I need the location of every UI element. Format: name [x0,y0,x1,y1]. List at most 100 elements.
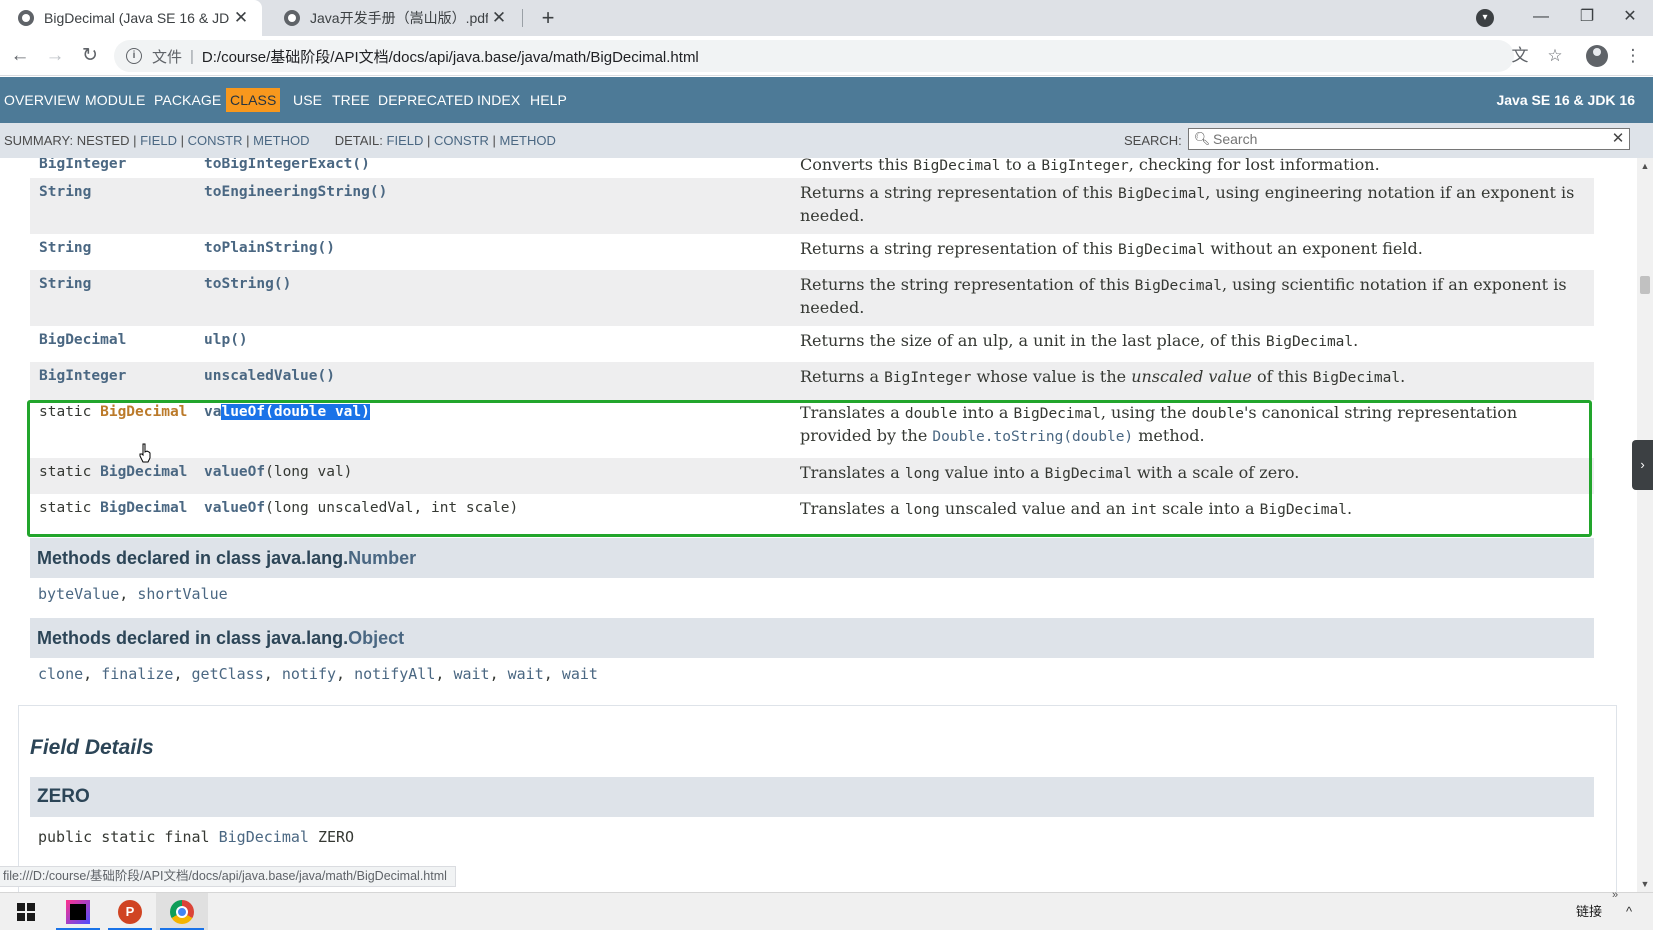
tab-java-manual-pdf[interactable]: Java开发手册（嵩山版）.pdf ✕ [266,0,520,36]
return-type-link[interactable]: String [39,240,91,256]
number-class-link[interactable]: Number [348,548,416,568]
new-tab-button[interactable]: + [534,4,562,32]
return-type-link[interactable]: String [39,276,91,292]
reload-button[interactable]: ↻ [76,42,104,70]
taskbar-more-icon[interactable]: » [1612,889,1618,901]
method-args: () [317,368,335,384]
scroll-down-icon[interactable]: ▼ [1637,876,1653,892]
method-name-link[interactable]: valueOf [204,464,265,480]
scroll-up-icon[interactable]: ▲ [1637,158,1653,174]
inherited-method-link[interactable]: shortValue [137,585,227,603]
powerpoint-icon: P [118,900,142,924]
method-return-type: String [39,184,91,200]
return-type-link[interactable]: BigDecimal [100,500,187,516]
double-tostring-link[interactable]: Double.toString(double) [932,429,1133,445]
return-type-link[interactable]: BigInteger [39,368,126,384]
javadoc-top-nav: OVERVIEW MODULE PACKAGE CLASS USE TREE D… [0,77,1653,123]
minimize-button[interactable]: — [1518,0,1564,34]
nav-deprecated[interactable]: DEPRECATED [374,88,478,112]
browser-toolbar: ← → ↻ i 文件 | D:/course/基础阶段/API文档/docs/a… [0,36,1653,76]
menu-kebab-icon[interactable]: ⋮ [1621,44,1645,68]
inherited-method-link[interactable]: wait [508,665,544,683]
method-signature: unscaledValue() [204,368,335,384]
vertical-scrollbar[interactable]: ▲ ▼ [1637,158,1653,892]
inherited-method-link[interactable]: wait [562,665,598,683]
return-type-link[interactable]: BigDecimal [100,404,187,420]
signature-type-link[interactable]: BigDecimal [219,828,309,846]
method-row: String toString() Returns the string repre… [30,270,1594,326]
detail-method[interactable]: METHOD [500,133,556,148]
inherited-method-link[interactable]: notifyAll [354,665,435,683]
search-input[interactable] [1213,131,1613,147]
class-content: BigInteger toBigIntegerExact() Converts th… [0,158,1637,892]
method-return-type: BigInteger [39,368,126,384]
taskbar-intellij[interactable] [52,893,104,930]
method-signature: ulp() [204,332,248,348]
taskbar-links-toolbar[interactable]: 链接 [1576,893,1602,930]
detail-field[interactable]: FIELD [387,133,424,148]
address-bar[interactable]: i 文件 | D:/course/基础阶段/API文档/docs/api/jav… [114,40,1514,72]
method-row: static BigDecimal valueOf(double val) Tran… [30,402,1594,458]
taskbar-powerpoint[interactable]: P [104,893,156,930]
summary-constr[interactable]: CONSTR [188,133,243,148]
return-type-link[interactable]: String [39,184,91,200]
return-type-link[interactable]: BigInteger [39,158,126,172]
method-row: static BigDecimal valueOf(long unscaledVa… [30,494,1594,534]
summary-method[interactable]: METHOD [253,133,309,148]
method-name-link[interactable]: toEngineeringString [204,184,370,200]
back-button[interactable]: ← [6,42,34,70]
close-window-button[interactable]: ✕ [1607,0,1653,34]
address-url[interactable]: D:/course/基础阶段/API文档/docs/api/java.base/… [202,46,699,67]
return-type-link[interactable]: BigDecimal [100,464,187,480]
nav-use[interactable]: USE [289,88,326,112]
nav-help[interactable]: HELP [526,88,571,112]
inherited-method-link[interactable]: getClass [192,665,264,683]
start-button[interactable] [0,893,52,930]
nav-class[interactable]: CLASS [226,88,281,112]
summary-nested[interactable]: NESTED [77,133,130,148]
bookmark-star-icon[interactable]: ☆ [1543,44,1567,68]
info-icon[interactable]: i [126,48,142,64]
method-name-link[interactable]: toBigIntegerExact [204,158,352,172]
clear-search-icon[interactable]: ✕ [1609,130,1627,148]
method-name-link[interactable]: toPlainString [204,240,318,256]
method-signature: toString() [204,276,291,292]
method-name-link[interactable]: va [204,404,221,420]
return-type-link[interactable]: BigDecimal [39,332,126,348]
inherited-method-link[interactable]: notify [282,665,336,683]
inherited-method-link[interactable]: clone [38,665,83,683]
translate-icon[interactable]: 文 [1508,44,1532,68]
detail-label: DETAIL: [334,133,383,148]
nav-package[interactable]: PACKAGE [150,88,225,112]
browser-tabstrip: BigDecimal (Java SE 16 & JDK ✕ Java开发手册（… [0,0,1653,36]
forward-button[interactable]: → [41,42,69,70]
detail-constr[interactable]: CONSTR [434,133,489,148]
nav-index[interactable]: INDEX [473,88,524,112]
tab-bigdecimal[interactable]: BigDecimal (Java SE 16 & JDK ✕ [0,0,262,36]
inherited-method-link[interactable]: finalize [101,665,173,683]
nav-module[interactable]: MODULE [81,88,150,112]
globe-icon [284,10,300,26]
method-name-link[interactable]: toString [204,276,274,292]
inherited-method-link[interactable]: byteValue [38,585,119,603]
scroll-thumb[interactable] [1640,276,1650,294]
close-tab-icon[interactable]: ✕ [488,7,510,29]
code-literal: BigDecimal [913,158,1001,174]
profile-avatar-icon[interactable] [1586,45,1608,67]
restore-button[interactable]: ❐ [1564,0,1610,34]
close-tab-icon[interactable]: ✕ [230,7,252,29]
tray-chevron-icon[interactable]: ^ [1626,893,1632,930]
nav-tree[interactable]: TREE [328,88,374,112]
side-panel-chevron-icon[interactable]: › [1632,440,1653,490]
nav-overview[interactable]: OVERVIEW [0,88,84,112]
object-class-link[interactable]: Object [348,628,404,648]
summary-field[interactable]: FIELD [140,133,177,148]
method-name-link[interactable]: ulp [204,332,230,348]
method-name-link[interactable]: valueOf [204,500,265,516]
search-box[interactable]: 🔍︎ ✕ [1188,128,1630,150]
method-name-link[interactable]: unscaledValue [204,368,318,384]
list-separator: , [263,665,282,683]
inherited-method-link[interactable]: wait [453,665,489,683]
taskbar-chrome[interactable] [156,893,208,930]
tab-search-icon[interactable]: ▾ [1476,9,1494,27]
